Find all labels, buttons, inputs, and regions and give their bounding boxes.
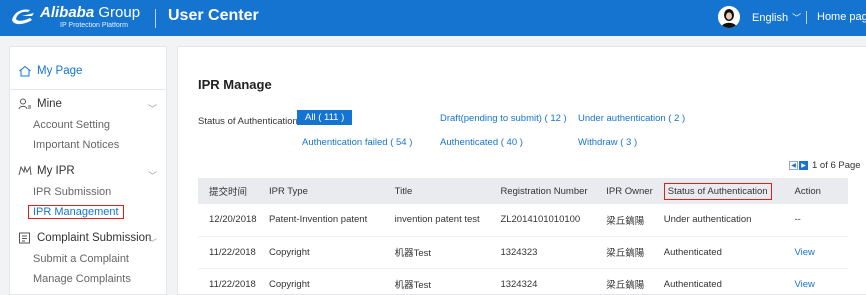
home-icon: [19, 65, 31, 77]
table-row: 12/20/2018 Patent-Invention patent inven…: [198, 204, 848, 237]
sidebar-group-label: My IPR: [37, 165, 75, 177]
language-label: English: [752, 12, 789, 24]
header-divider: [155, 9, 156, 28]
table-row: 11/22/2018 Copyright 机器Test 1324324 梁丘鎬陽…: [198, 268, 848, 295]
col-ipr-owner: IPR Owner: [606, 185, 653, 197]
cell-status: Under authentication: [652, 204, 784, 237]
cell-action: --: [783, 204, 848, 237]
alibaba-logo-icon: [12, 9, 34, 25]
chevron-down-icon: ﹀: [792, 13, 802, 23]
col-status-label: Status of Authentication: [663, 182, 772, 200]
user-icon: [18, 98, 31, 110]
cell-title: 机器Test: [383, 268, 490, 295]
sidebar-item-manage-complaints[interactable]: Manage Complaints: [33, 273, 131, 285]
chevron-down-icon[interactable]: ﹀: [148, 236, 157, 249]
filter-under-authentication[interactable]: Under authentication ( 2 ): [578, 113, 685, 124]
sidebar-group-label: Mine: [37, 98, 62, 110]
prev-page-icon[interactable]: ◀: [789, 161, 798, 170]
avatar[interactable]: [718, 6, 740, 28]
cell-reg-number: 1324324: [489, 268, 596, 295]
cell-status: Authenticated: [652, 268, 784, 295]
cell-reg-number: 1324323: [489, 236, 596, 269]
next-page-icon[interactable]: ▶: [799, 161, 808, 170]
header-divider-2: [806, 11, 807, 24]
logo-subtitle: IP Protection Platform: [60, 22, 128, 29]
logo-group-text: Group: [98, 4, 141, 21]
col-status: Status of Authentication: [653, 178, 784, 204]
document-icon: [19, 232, 30, 244]
chevron-down-icon[interactable]: ﹀: [148, 102, 157, 115]
sidebar-item-ipr-management[interactable]: IPR Management: [28, 205, 124, 219]
view-link[interactable]: View: [783, 268, 848, 295]
cell-title: invention patent test: [383, 204, 490, 237]
sidebar-item-my-page[interactable]: My Page: [18, 65, 82, 77]
filter-authenticated[interactable]: Authenticated ( 40 ): [440, 137, 523, 148]
sidebar-group-complaint-submission[interactable]: Complaint Submission: [18, 232, 151, 244]
cell-owner: 梁丘鎬陽: [595, 268, 653, 295]
sidebar-item-label: My Page: [37, 65, 83, 77]
table-header-row: 提交时间 IPR Type Title Registration Number …: [198, 178, 848, 204]
view-link[interactable]: View: [783, 236, 848, 269]
cell-type: Copyright: [257, 236, 384, 269]
sidebar-item-submit-complaint[interactable]: Submit a Complaint: [33, 253, 129, 265]
col-submit-time: 提交时间: [209, 187, 248, 198]
cell-type: Copyright: [257, 268, 384, 295]
chevron-down-icon[interactable]: ﹀: [148, 169, 157, 182]
cell-date: 11/22/2018: [198, 268, 258, 295]
user-avatar-icon: [718, 6, 740, 28]
ipr-table: 提交时间 IPR Type Title Registration Number …: [198, 178, 848, 295]
pagination: ◀ ▶ 1 of 6 Page: [789, 160, 861, 171]
cell-date: 11/22/2018: [198, 236, 258, 269]
filter-all[interactable]: All ( 111 ): [297, 110, 353, 125]
sidebar-item-ipr-submission[interactable]: IPR Submission: [33, 186, 111, 198]
sidebar-divider: [10, 89, 166, 90]
logo-brand-text: Alibaba: [40, 4, 95, 21]
page-header-title: User Center: [168, 7, 259, 24]
home-page-link[interactable]: Home page: [817, 11, 866, 23]
col-ipr-type: IPR Type: [268, 185, 308, 197]
main-panel: IPR Manage Status of Authentication： All…: [177, 46, 866, 295]
table-row: 11/22/2018 Copyright 机器Test 1324323 梁丘鎬陽…: [198, 236, 848, 269]
filter-withdraw[interactable]: Withdraw ( 3 ): [578, 137, 637, 148]
top-header: Alibaba Group IP Protection Platform Use…: [0, 0, 866, 36]
cell-owner: 梁丘鎬陽: [595, 236, 653, 269]
cell-owner: 梁丘鎬陽: [595, 204, 653, 237]
language-selector[interactable]: English ﹀: [752, 11, 801, 24]
cell-type: Patent-Invention patent: [257, 204, 384, 237]
col-action: Action: [794, 185, 821, 197]
page-title: IPR Manage: [198, 77, 272, 92]
sidebar-group-mine[interactable]: Mine: [18, 98, 62, 110]
alibaba-logo[interactable]: Alibaba Group IP Protection Platform: [8, 4, 140, 30]
sidebar-item-important-notices[interactable]: Important Notices: [33, 139, 119, 151]
page-indicator: 1 of 6 Page: [812, 160, 861, 171]
col-title: Title: [394, 185, 413, 197]
cell-reg-number: ZL2014101010100: [489, 204, 596, 237]
sidebar: My Page Mine ﹀ Account Setting Important…: [9, 46, 167, 295]
cell-date: 12/20/2018: [198, 204, 258, 237]
sidebar-group-my-ipr[interactable]: My IPR: [18, 165, 75, 177]
filter-label: Status of Authentication：: [198, 116, 308, 127]
cell-title: 机器Test: [383, 236, 490, 269]
cell-status: Authenticated: [652, 236, 784, 269]
filter-draft[interactable]: Draft(pending to submit) ( 12 ): [440, 113, 567, 124]
filter-authentication-failed[interactable]: Authentication failed ( 54 ): [302, 137, 412, 148]
sidebar-item-account-setting[interactable]: Account Setting: [33, 119, 110, 131]
col-registration-number: Registration Number: [500, 185, 588, 197]
ipr-icon: [18, 165, 32, 176]
sidebar-group-label: Complaint Submission: [37, 232, 152, 244]
